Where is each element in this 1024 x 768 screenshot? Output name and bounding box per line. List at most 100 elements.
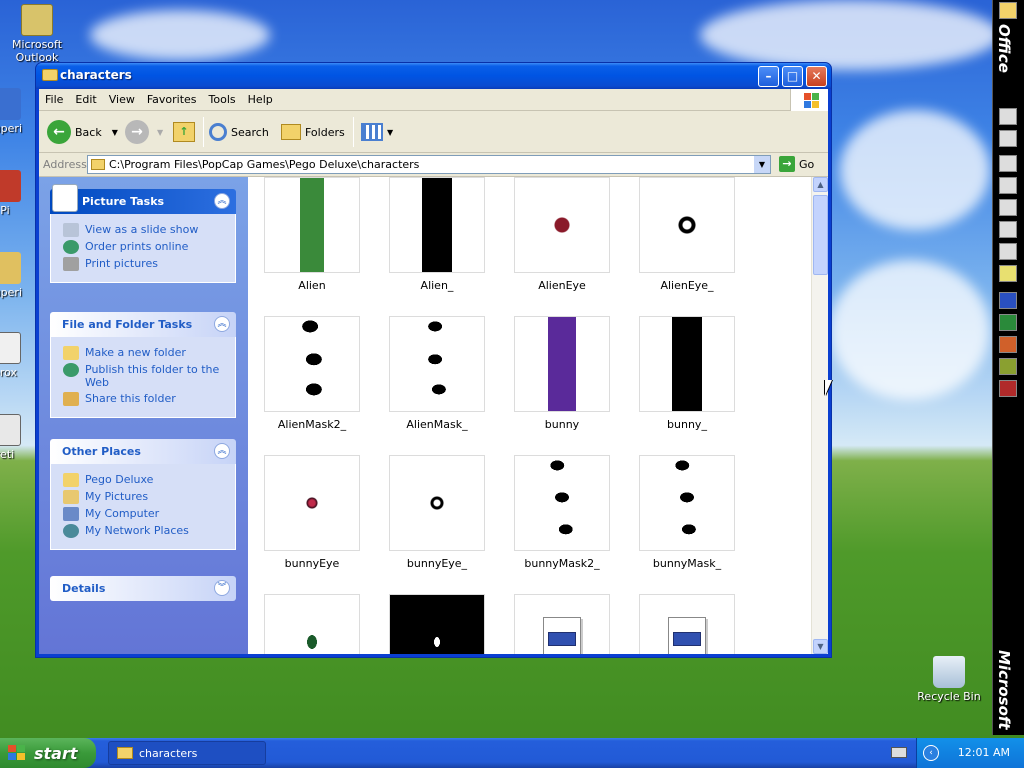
- desktop-icon-reti[interactable]: reti: [0, 414, 40, 461]
- file-thumbnail[interactable]: [637, 594, 747, 654]
- minimize-button[interactable]: –: [758, 66, 779, 87]
- place-my-computer[interactable]: My Computer: [63, 507, 235, 521]
- menu-edit[interactable]: Edit: [69, 89, 102, 106]
- desktop-icon-prox[interactable]: prox: [0, 332, 40, 379]
- file-thumbnail[interactable]: Alien: [262, 177, 372, 307]
- computer-icon: [63, 507, 79, 521]
- desktop-icon-outlook[interactable]: Microsoft Outlook: [2, 4, 72, 64]
- go-label: Go: [799, 157, 815, 171]
- calendar-icon[interactable]: [999, 177, 1017, 194]
- note-icon[interactable]: [999, 265, 1017, 282]
- file-thumbnail[interactable]: Alien_: [387, 177, 497, 307]
- search-icon: [209, 123, 227, 141]
- place-my-pictures[interactable]: My Pictures: [63, 490, 235, 504]
- publisher-icon[interactable]: [999, 358, 1017, 375]
- office-folder-icon[interactable]: [999, 2, 1017, 19]
- start-button[interactable]: start: [0, 738, 96, 768]
- task-publish-web[interactable]: Publish this folder to the Web: [63, 363, 235, 389]
- search-button[interactable]: Search: [209, 119, 269, 145]
- task-new-folder[interactable]: Make a new folder: [63, 346, 235, 360]
- collapse-icon[interactable]: ︽: [214, 443, 230, 459]
- picture-tasks-header[interactable]: Picture Tasks ︽: [50, 184, 236, 214]
- file-thumbnail[interactable]: bunny_: [637, 316, 747, 446]
- expand-icon[interactable]: ︾: [214, 580, 230, 596]
- file-thumbnail[interactable]: bunnyMask2_: [512, 455, 622, 585]
- menu-bar: File Edit View Favorites Tools Help: [39, 89, 828, 111]
- clock[interactable]: 12:01 AM: [958, 746, 1010, 759]
- collapse-icon[interactable]: ︽: [214, 193, 230, 209]
- menu-view[interactable]: View: [103, 89, 141, 106]
- up-folder-button[interactable]: ↑: [173, 119, 195, 145]
- word-icon[interactable]: [999, 292, 1017, 309]
- place-pego-deluxe[interactable]: Pego Deluxe: [63, 473, 235, 487]
- title-bar[interactable]: characters – □ ✕: [36, 63, 831, 89]
- office-app-icon[interactable]: [999, 108, 1017, 125]
- folders-button[interactable]: Folders: [281, 119, 345, 145]
- scroll-up-arrow-icon[interactable]: ▲: [813, 177, 828, 192]
- vertical-scrollbar[interactable]: ▲ ▼: [811, 177, 828, 654]
- file-thumbnail[interactable]: AlienEye: [512, 177, 622, 307]
- menu-tools[interactable]: Tools: [203, 89, 242, 106]
- task-order-prints[interactable]: Order prints online: [63, 240, 235, 254]
- task-print-pictures[interactable]: Print pictures: [63, 257, 235, 271]
- task-icon[interactable]: [999, 199, 1017, 216]
- file-thumbnail[interactable]: bunny: [512, 316, 622, 446]
- desktop-icon-superi[interactable]: superi: [0, 88, 40, 135]
- file-thumbnail[interactable]: [512, 594, 622, 654]
- file-thumbnail[interactable]: AlienMask_: [387, 316, 497, 446]
- maximize-button[interactable]: □: [782, 66, 803, 87]
- file-thumbnail[interactable]: bunnyEye_: [387, 455, 497, 585]
- contact-icon[interactable]: [999, 221, 1017, 238]
- desktop-icon-superi-2[interactable]: superi: [0, 252, 40, 299]
- scrollbar-thumb[interactable]: [813, 195, 828, 275]
- chevron-down-icon: ▼: [157, 127, 164, 137]
- file-name: AlienMask_: [406, 418, 468, 431]
- file-thumbnail[interactable]: bunnyMask_: [637, 455, 747, 585]
- scroll-down-arrow-icon[interactable]: ▼: [813, 639, 828, 654]
- details-panel: Details ︾: [50, 576, 236, 601]
- back-button[interactable]: ← Back ▼: [47, 119, 118, 145]
- explorer-window: characters – □ ✕ File Edit View Favorites To…: [35, 62, 832, 658]
- menu-help[interactable]: Help: [242, 89, 279, 106]
- toolbar: ← Back ▼ → ▼ ↑ Search Folders ▼: [39, 111, 828, 153]
- file-folder-tasks-header[interactable]: File and Folder Tasks ︽: [50, 312, 236, 337]
- file-thumbnail[interactable]: [262, 594, 372, 654]
- desktop-icon-pi[interactable]: Pi: [0, 170, 40, 217]
- recycle-bin-icon: [933, 656, 965, 688]
- office-app-icon[interactable]: [999, 130, 1017, 147]
- taskbar-button-characters[interactable]: characters: [108, 741, 266, 765]
- close-button[interactable]: ✕: [806, 66, 827, 87]
- place-my-network[interactable]: My Network Places: [63, 524, 235, 538]
- search-label: Search: [231, 125, 269, 139]
- file-thumbnail[interactable]: [387, 594, 497, 654]
- file-name: Alien: [298, 279, 326, 292]
- menu-favorites[interactable]: Favorites: [141, 89, 203, 106]
- access-icon[interactable]: [999, 380, 1017, 397]
- chevron-down-icon[interactable]: ▼: [754, 156, 770, 173]
- desktop-icon-recycle-bin[interactable]: Recycle Bin: [914, 656, 984, 703]
- views-button[interactable]: ▼: [361, 119, 393, 145]
- collapse-icon[interactable]: ︽: [214, 316, 230, 332]
- task-slide-show[interactable]: View as a slide show: [63, 223, 235, 237]
- menu-file[interactable]: File: [39, 89, 69, 106]
- mail-icon[interactable]: [999, 155, 1017, 172]
- file-thumbnail[interactable]: bunnyEye: [262, 455, 372, 585]
- excel-icon[interactable]: [999, 314, 1017, 331]
- file-name: bunnyMask_: [652, 557, 722, 570]
- file-thumbnail[interactable]: AlienMask2_: [262, 316, 372, 446]
- task-label: View as a slide show: [85, 223, 199, 236]
- file-thumbnail[interactable]: AlienEye_: [637, 177, 747, 307]
- chevron-down-icon[interactable]: ▼: [112, 128, 118, 137]
- journal-icon[interactable]: [999, 243, 1017, 260]
- forward-button[interactable]: → ▼: [125, 119, 163, 145]
- place-label: My Pictures: [85, 490, 149, 503]
- other-places-header[interactable]: Other Places ︽: [50, 439, 236, 464]
- keyboard-icon[interactable]: [891, 747, 907, 758]
- picture-icon: [52, 184, 78, 212]
- show-hidden-icons-icon[interactable]: ‹: [923, 745, 939, 761]
- go-button[interactable]: → Go: [779, 156, 814, 172]
- powerpoint-icon[interactable]: [999, 336, 1017, 353]
- address-field[interactable]: C:\Program Files\PopCap Games\Pego Delux…: [87, 155, 771, 174]
- task-share-folder[interactable]: Share this folder: [63, 392, 235, 406]
- details-header[interactable]: Details ︾: [50, 576, 236, 601]
